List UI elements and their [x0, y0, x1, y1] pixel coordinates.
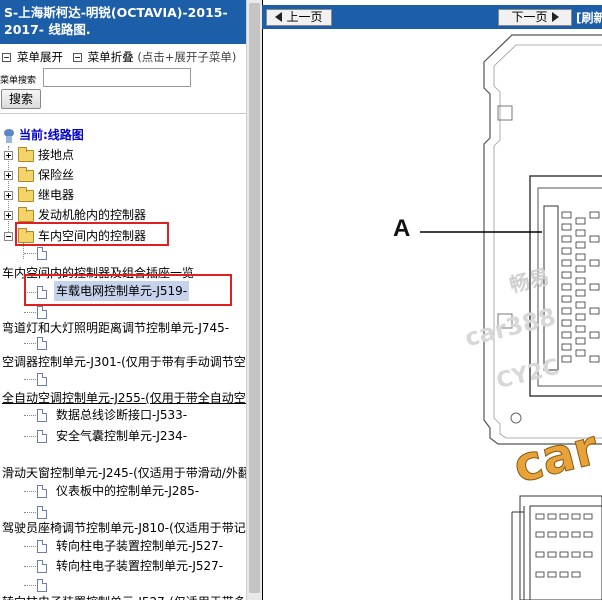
- item-j245[interactable]: 滑动天窗控制单元-J245-(仅适用于带滑动/外翻式天窗的车型): [2, 463, 246, 483]
- search-input[interactable]: [43, 68, 191, 87]
- left-panel-scrollbar[interactable]: [246, 0, 262, 600]
- document-icon: [37, 579, 47, 592]
- prev-page-label: 上一页: [286, 10, 323, 24]
- connector-pins: [561, 211, 600, 363]
- tree-line: [24, 253, 36, 254]
- tree-line: [24, 343, 36, 344]
- document-icon: [37, 485, 47, 498]
- item-j527-a[interactable]: 转向柱电子装置控制单元-J527-: [56, 536, 223, 556]
- highlight-box: [15, 222, 169, 246]
- tree-line: [24, 491, 36, 492]
- divider: [0, 113, 246, 114]
- page-title: S-上海斯柯达-明锐(OCTAVIA)-2015-2017- 线路图.: [0, 0, 246, 44]
- menu-hint: (点击+展开子菜单): [137, 50, 237, 64]
- document-icon: [37, 540, 47, 553]
- expand-icon[interactable]: [4, 211, 13, 220]
- diagram-label-a: A: [393, 215, 411, 242]
- search-button[interactable]: 搜索: [1, 89, 41, 109]
- diagram-viewer: A 上一页 下一页 [刷新] 畅易 car388 CY2C car: [262, 0, 602, 600]
- item-j527-c[interactable]: 转向柱电子装置控制单元-J527-(仅适用于带多功能方向盘的车型): [2, 592, 246, 600]
- tree-line: [24, 566, 36, 567]
- next-page-label: 下一页: [511, 10, 548, 24]
- wiring-diagram: [262, 0, 602, 600]
- refresh-link[interactable]: [刷新]: [576, 9, 602, 26]
- tree-line: [24, 436, 36, 437]
- next-page-button[interactable]: 下一页: [498, 9, 572, 26]
- page-toolbar: 上一页 下一页: [262, 5, 602, 29]
- item-j745[interactable]: 弯道灯和大灯照明距离调节控制单元-J745-: [2, 318, 229, 338]
- collapse-icon[interactable]: [4, 232, 13, 241]
- folder-icon: [18, 147, 34, 162]
- collapse-menu-icon[interactable]: [72, 53, 82, 62]
- left-menu-panel: S-上海斯柯达-明锐(OCTAVIA)-2015-2017- 线路图. 菜单展开…: [0, 0, 246, 600]
- item-j810[interactable]: 驾驶员座椅调节控制单元-J810-(仅适用于带记忆功能座椅的车型): [2, 518, 246, 538]
- lower-connector: [511, 495, 602, 600]
- collapse-menu-link[interactable]: 菜单折叠: [88, 50, 134, 64]
- item-j234[interactable]: 安全气囊控制单元-J234-: [56, 426, 187, 446]
- prev-page-button[interactable]: 上一页: [266, 9, 332, 26]
- scroll-thumb[interactable]: [249, 3, 260, 593]
- tree-line: [24, 415, 36, 416]
- tree-line: [24, 312, 36, 313]
- search-label: 菜单搜索: [0, 76, 37, 86]
- folder-icon: [18, 187, 34, 202]
- arrow-left-icon: [275, 12, 283, 22]
- folder-ground-points[interactable]: 接地点: [38, 145, 74, 165]
- tree-line: [24, 379, 36, 380]
- item-j533[interactable]: 数据总线诊断接口-J533-: [56, 405, 187, 425]
- globe-icon: [4, 129, 14, 143]
- document-icon: [37, 430, 47, 443]
- document-icon: [37, 373, 47, 386]
- expand-menu-icon[interactable]: [2, 53, 11, 62]
- document-icon: [37, 409, 47, 422]
- item-j527-b[interactable]: 转向柱电子装置控制单元-J527-: [56, 556, 223, 576]
- tree-line: [24, 546, 36, 547]
- expand-icon[interactable]: [4, 191, 13, 200]
- folder-relays[interactable]: 继电器: [38, 185, 74, 205]
- document-icon: [37, 247, 47, 260]
- tree-line: [24, 585, 36, 586]
- arrow-right-icon: [551, 12, 559, 22]
- tree-line: [24, 512, 36, 513]
- folder-icon: [18, 207, 34, 222]
- folder-icon: [18, 167, 34, 182]
- expand-icon[interactable]: [4, 151, 13, 160]
- item-j301[interactable]: 空调器控制单元-J301-(仅用于带有手动调节空调的车型): [2, 352, 246, 372]
- current-location: 当前:线路图: [19, 128, 84, 142]
- document-icon: [37, 337, 47, 350]
- highlight-box: [24, 274, 232, 306]
- folder-fuses[interactable]: 保险丝: [38, 165, 74, 185]
- expand-menu-link[interactable]: 菜单展开: [17, 50, 63, 64]
- menu-toggle-row: 菜单展开 菜单折叠 (点击+展开子菜单): [0, 49, 246, 65]
- item-j285[interactable]: 仪表板中的控制单元-J285-: [56, 481, 199, 501]
- app-window: S-上海斯柯达-明锐(OCTAVIA)-2015-2017- 线路图. 菜单展开…: [0, 0, 602, 600]
- expand-icon[interactable]: [4, 171, 13, 180]
- document-icon: [37, 560, 47, 573]
